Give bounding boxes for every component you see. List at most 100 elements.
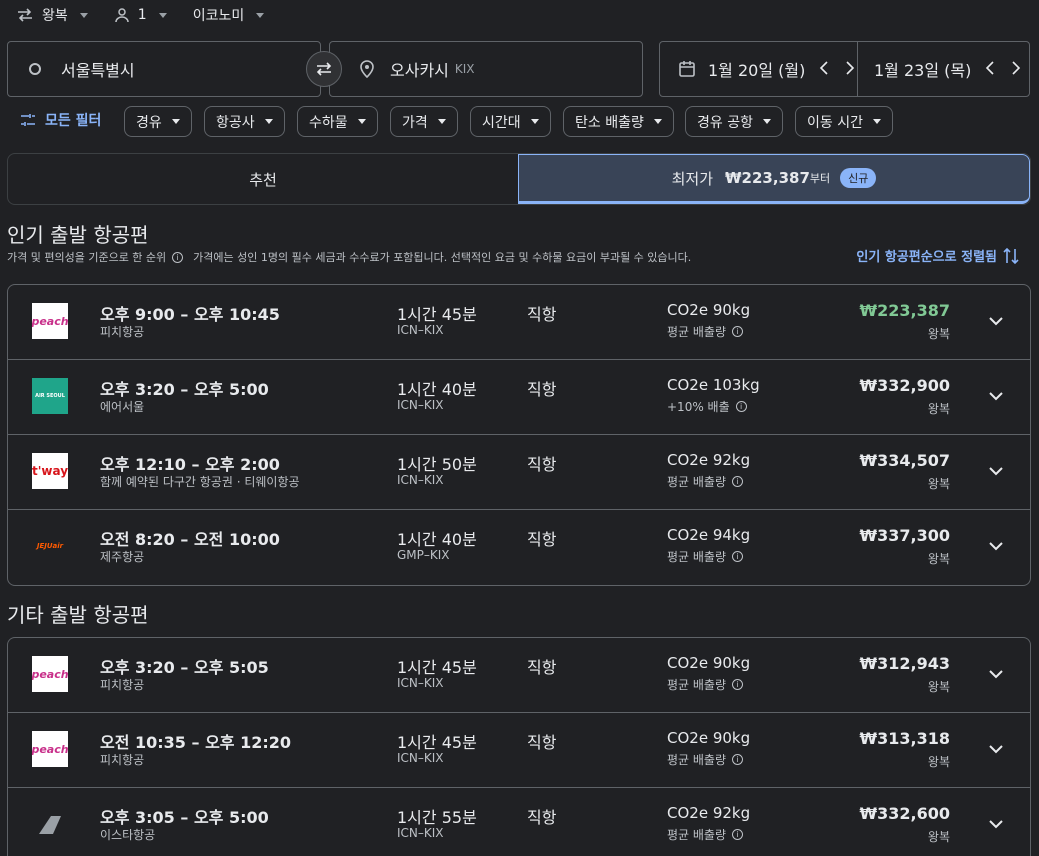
logo-text: peach <box>32 314 68 328</box>
tab-label: 추천 <box>249 170 277 189</box>
chip-label: 가격 <box>402 114 428 131</box>
flight-duration: 1시간 45분 <box>397 733 477 752</box>
other-flights-list: peach 오후 3:20 – 오후 5:05 피치항공 1시간 45분 ICN… <box>7 637 1031 856</box>
prev-depart-date-button[interactable] <box>819 60 829 79</box>
chevron-left-icon <box>820 60 828 75</box>
co2-detail: 평균 배출량 i <box>667 826 744 843</box>
co2-detail: 평균 배출량 i <box>667 676 744 693</box>
destination-field[interactable]: 오사카시 KIX <box>329 41 643 97</box>
expand-button[interactable] <box>986 536 1006 556</box>
info-icon[interactable]: i <box>735 401 747 412</box>
origin-field[interactable]: 서울특별시 <box>7 41 321 97</box>
expand-button[interactable] <box>986 386 1006 406</box>
flight-stops: 직항 <box>527 380 557 399</box>
filter-chip-connecting-airports[interactable]: 경유 공항 <box>685 106 783 137</box>
chevron-left-icon <box>986 60 994 75</box>
next-depart-date-button[interactable] <box>845 60 855 79</box>
tab-cheapest[interactable]: 최저가 ₩223,387 부터 신규 <box>518 154 1030 204</box>
co2-detail-text: +10% 배출 <box>667 400 730 414</box>
chevron-down-icon <box>653 119 662 124</box>
flight-row[interactable]: peach 오전 10:35 – 오후 12:20 피치항공 1시간 45분 I… <box>8 713 1030 788</box>
return-date[interactable]: 1월 23일 (목) <box>858 42 1021 96</box>
passengers-select[interactable]: 1 <box>114 7 167 23</box>
co2-detail: 평균 배출량 i <box>667 751 744 768</box>
expand-button[interactable] <box>986 814 1006 834</box>
location-pin-icon <box>360 60 374 78</box>
flight-duration: 1시간 55분 <box>397 808 477 827</box>
info-icon[interactable]: i <box>732 551 744 562</box>
info-icon[interactable]: i <box>172 251 184 263</box>
co2-emissions: CO2e 92kg <box>667 451 751 469</box>
flight-price: ₩332,900 <box>859 376 950 395</box>
flight-duration: 1시간 50분 <box>397 455 477 474</box>
swap-icon <box>316 62 332 76</box>
flight-stops: 직항 <box>527 305 557 324</box>
sort-button[interactable]: 인기 항공편순으로 정렬됨 <box>856 246 1019 265</box>
chevron-down-icon <box>989 819 1003 828</box>
flight-row[interactable]: JEJUair 오전 8:20 – 오전 10:00 제주항공 1시간 40분 … <box>8 510 1030 585</box>
filter-chip-stops[interactable]: 경유 <box>124 106 192 137</box>
tune-icon <box>21 114 35 126</box>
chip-label: 경유 공항 <box>697 114 753 131</box>
chevron-down-icon <box>171 119 180 124</box>
swap-locations-button[interactable] <box>306 51 342 87</box>
cheapest-price: ₩223,387 <box>725 169 810 187</box>
info-icon[interactable]: i <box>732 679 744 690</box>
logo-text: AIR SEOUL <box>35 393 65 399</box>
filter-chip-times[interactable]: 시간대 <box>470 106 551 137</box>
flight-row[interactable]: AIR SEOUL 오후 3:20 – 오후 5:00 에어서울 1시간 40분… <box>8 360 1030 435</box>
flight-route: ICN–KIX <box>397 473 444 487</box>
logo-text: t'way <box>32 464 68 478</box>
co2-detail: +10% 배출 i <box>667 398 747 415</box>
filter-chip-bags[interactable]: 수하물 <box>297 106 378 137</box>
filter-chip-price[interactable]: 가격 <box>390 106 458 137</box>
all-filters-button[interactable]: 모든 필터 <box>20 110 101 130</box>
chevron-down-icon <box>989 744 1003 753</box>
info-icon[interactable]: i <box>732 476 744 487</box>
flight-times: 오후 3:20 – 오후 5:05 <box>100 658 269 677</box>
flight-row[interactable]: 오후 3:05 – 오후 5:00 이스타항공 1시간 55분 ICN–KIX … <box>8 788 1030 856</box>
flight-stops: 직항 <box>527 808 557 827</box>
next-return-date-button[interactable] <box>1011 60 1021 79</box>
expand-button[interactable] <box>986 739 1006 759</box>
filter-chip-emissions[interactable]: 탄소 배출량 <box>563 106 674 137</box>
chevron-down-icon <box>357 119 366 124</box>
info-icon[interactable]: i <box>732 829 744 840</box>
expand-button[interactable] <box>986 664 1006 684</box>
depart-date[interactable]: 1월 20일 (월) <box>660 42 858 96</box>
person-icon <box>115 8 129 23</box>
chip-label: 이동 시간 <box>807 114 863 131</box>
flight-route: ICN–KIX <box>397 323 444 337</box>
cabin-select[interactable]: 이코노미 <box>193 5 265 25</box>
airline-name: 제주항공 <box>100 550 145 564</box>
co2-emissions: CO2e 103kg <box>667 376 760 394</box>
sort-label: 인기 항공편순으로 정렬됨 <box>856 250 997 265</box>
logo-text: JEJUair <box>36 542 64 550</box>
chevron-down-icon <box>872 119 881 124</box>
co2-detail-text: 평균 배출량 <box>667 678 727 692</box>
tab-recommended[interactable]: 추천 <box>8 154 518 204</box>
flight-row[interactable]: t'way 오후 12:10 – 오후 2:00 함께 예약된 다구간 항공권 … <box>8 435 1030 510</box>
info-icon[interactable]: i <box>732 326 744 337</box>
expand-button[interactable] <box>986 461 1006 481</box>
sort-icon <box>1003 247 1019 264</box>
price-type: 왕복 <box>927 552 950 566</box>
airline-logo: t'way <box>32 453 68 489</box>
flight-row[interactable]: peach 오후 3:20 – 오후 5:05 피치항공 1시간 45분 ICN… <box>8 638 1030 713</box>
flight-times: 오전 10:35 – 오후 12:20 <box>100 733 292 752</box>
info-icon[interactable]: i <box>732 754 744 765</box>
chevron-down-icon <box>437 119 446 124</box>
flight-row[interactable]: peach 오후 9:00 – 오후 10:45 피치항공 1시간 45분 IC… <box>8 285 1030 360</box>
co2-detail: 평균 배출량 i <box>667 473 744 490</box>
popular-flights-list: peach 오후 9:00 – 오후 10:45 피치항공 1시간 45분 IC… <box>7 284 1031 586</box>
expand-button[interactable] <box>986 311 1006 331</box>
depart-date-value: 1월 20일 (월) <box>708 61 806 80</box>
prev-return-date-button[interactable] <box>985 60 995 79</box>
filter-chip-duration[interactable]: 이동 시간 <box>795 106 893 137</box>
return-date-value: 1월 23일 (목) <box>874 61 972 80</box>
filter-chip-airlines[interactable]: 항공사 <box>204 106 285 137</box>
co2-detail-text: 평균 배출량 <box>667 325 727 339</box>
logo-text: peach <box>32 742 68 756</box>
trip-type-select[interactable]: 왕복 <box>16 5 88 25</box>
other-section-title: 기타 출발 항공편 <box>7 603 149 627</box>
